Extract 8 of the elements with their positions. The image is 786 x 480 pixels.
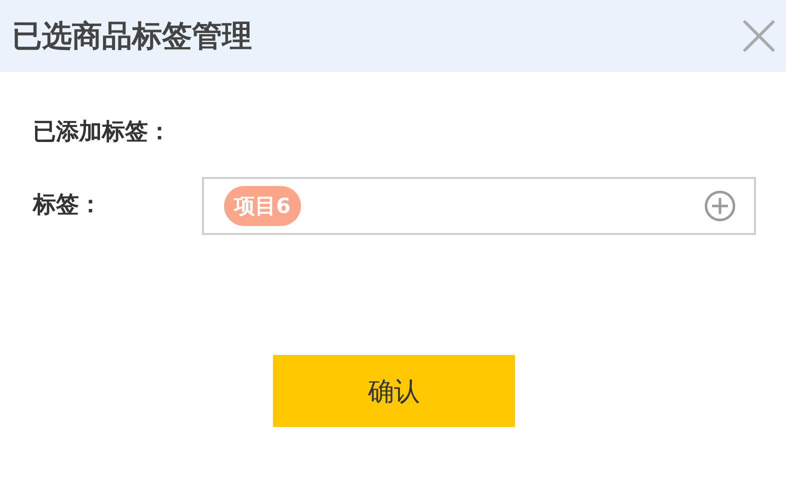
close-icon[interactable]: [742, 19, 776, 53]
add-icon[interactable]: [704, 190, 736, 222]
tag-chip[interactable]: 项目6: [224, 186, 301, 226]
tag-field[interactable]: 项目6: [202, 177, 756, 235]
confirm-button[interactable]: 确认: [273, 355, 515, 427]
tag-label: 标签：: [33, 191, 103, 220]
dialog-title: 已选商品标签管理: [12, 18, 252, 56]
added-tags-label: 已添加标签：: [33, 118, 171, 147]
